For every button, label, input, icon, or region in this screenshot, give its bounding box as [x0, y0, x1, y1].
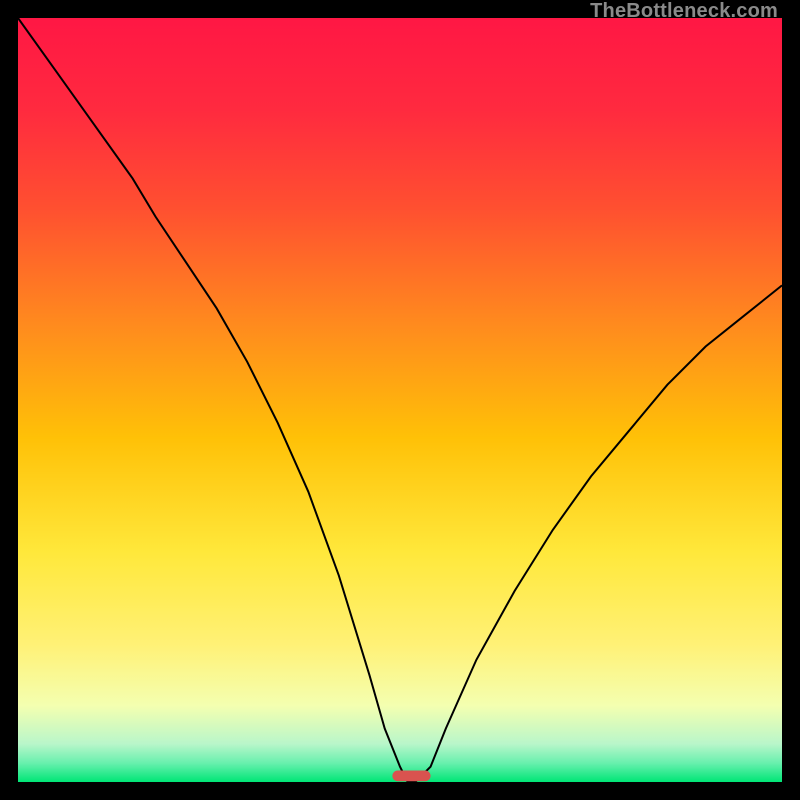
bottleneck-curve [18, 18, 782, 782]
optimum-pill [392, 771, 430, 782]
chart-frame: TheBottleneck.com [0, 0, 800, 800]
chart-svg [18, 18, 782, 782]
plot-area [18, 18, 782, 782]
